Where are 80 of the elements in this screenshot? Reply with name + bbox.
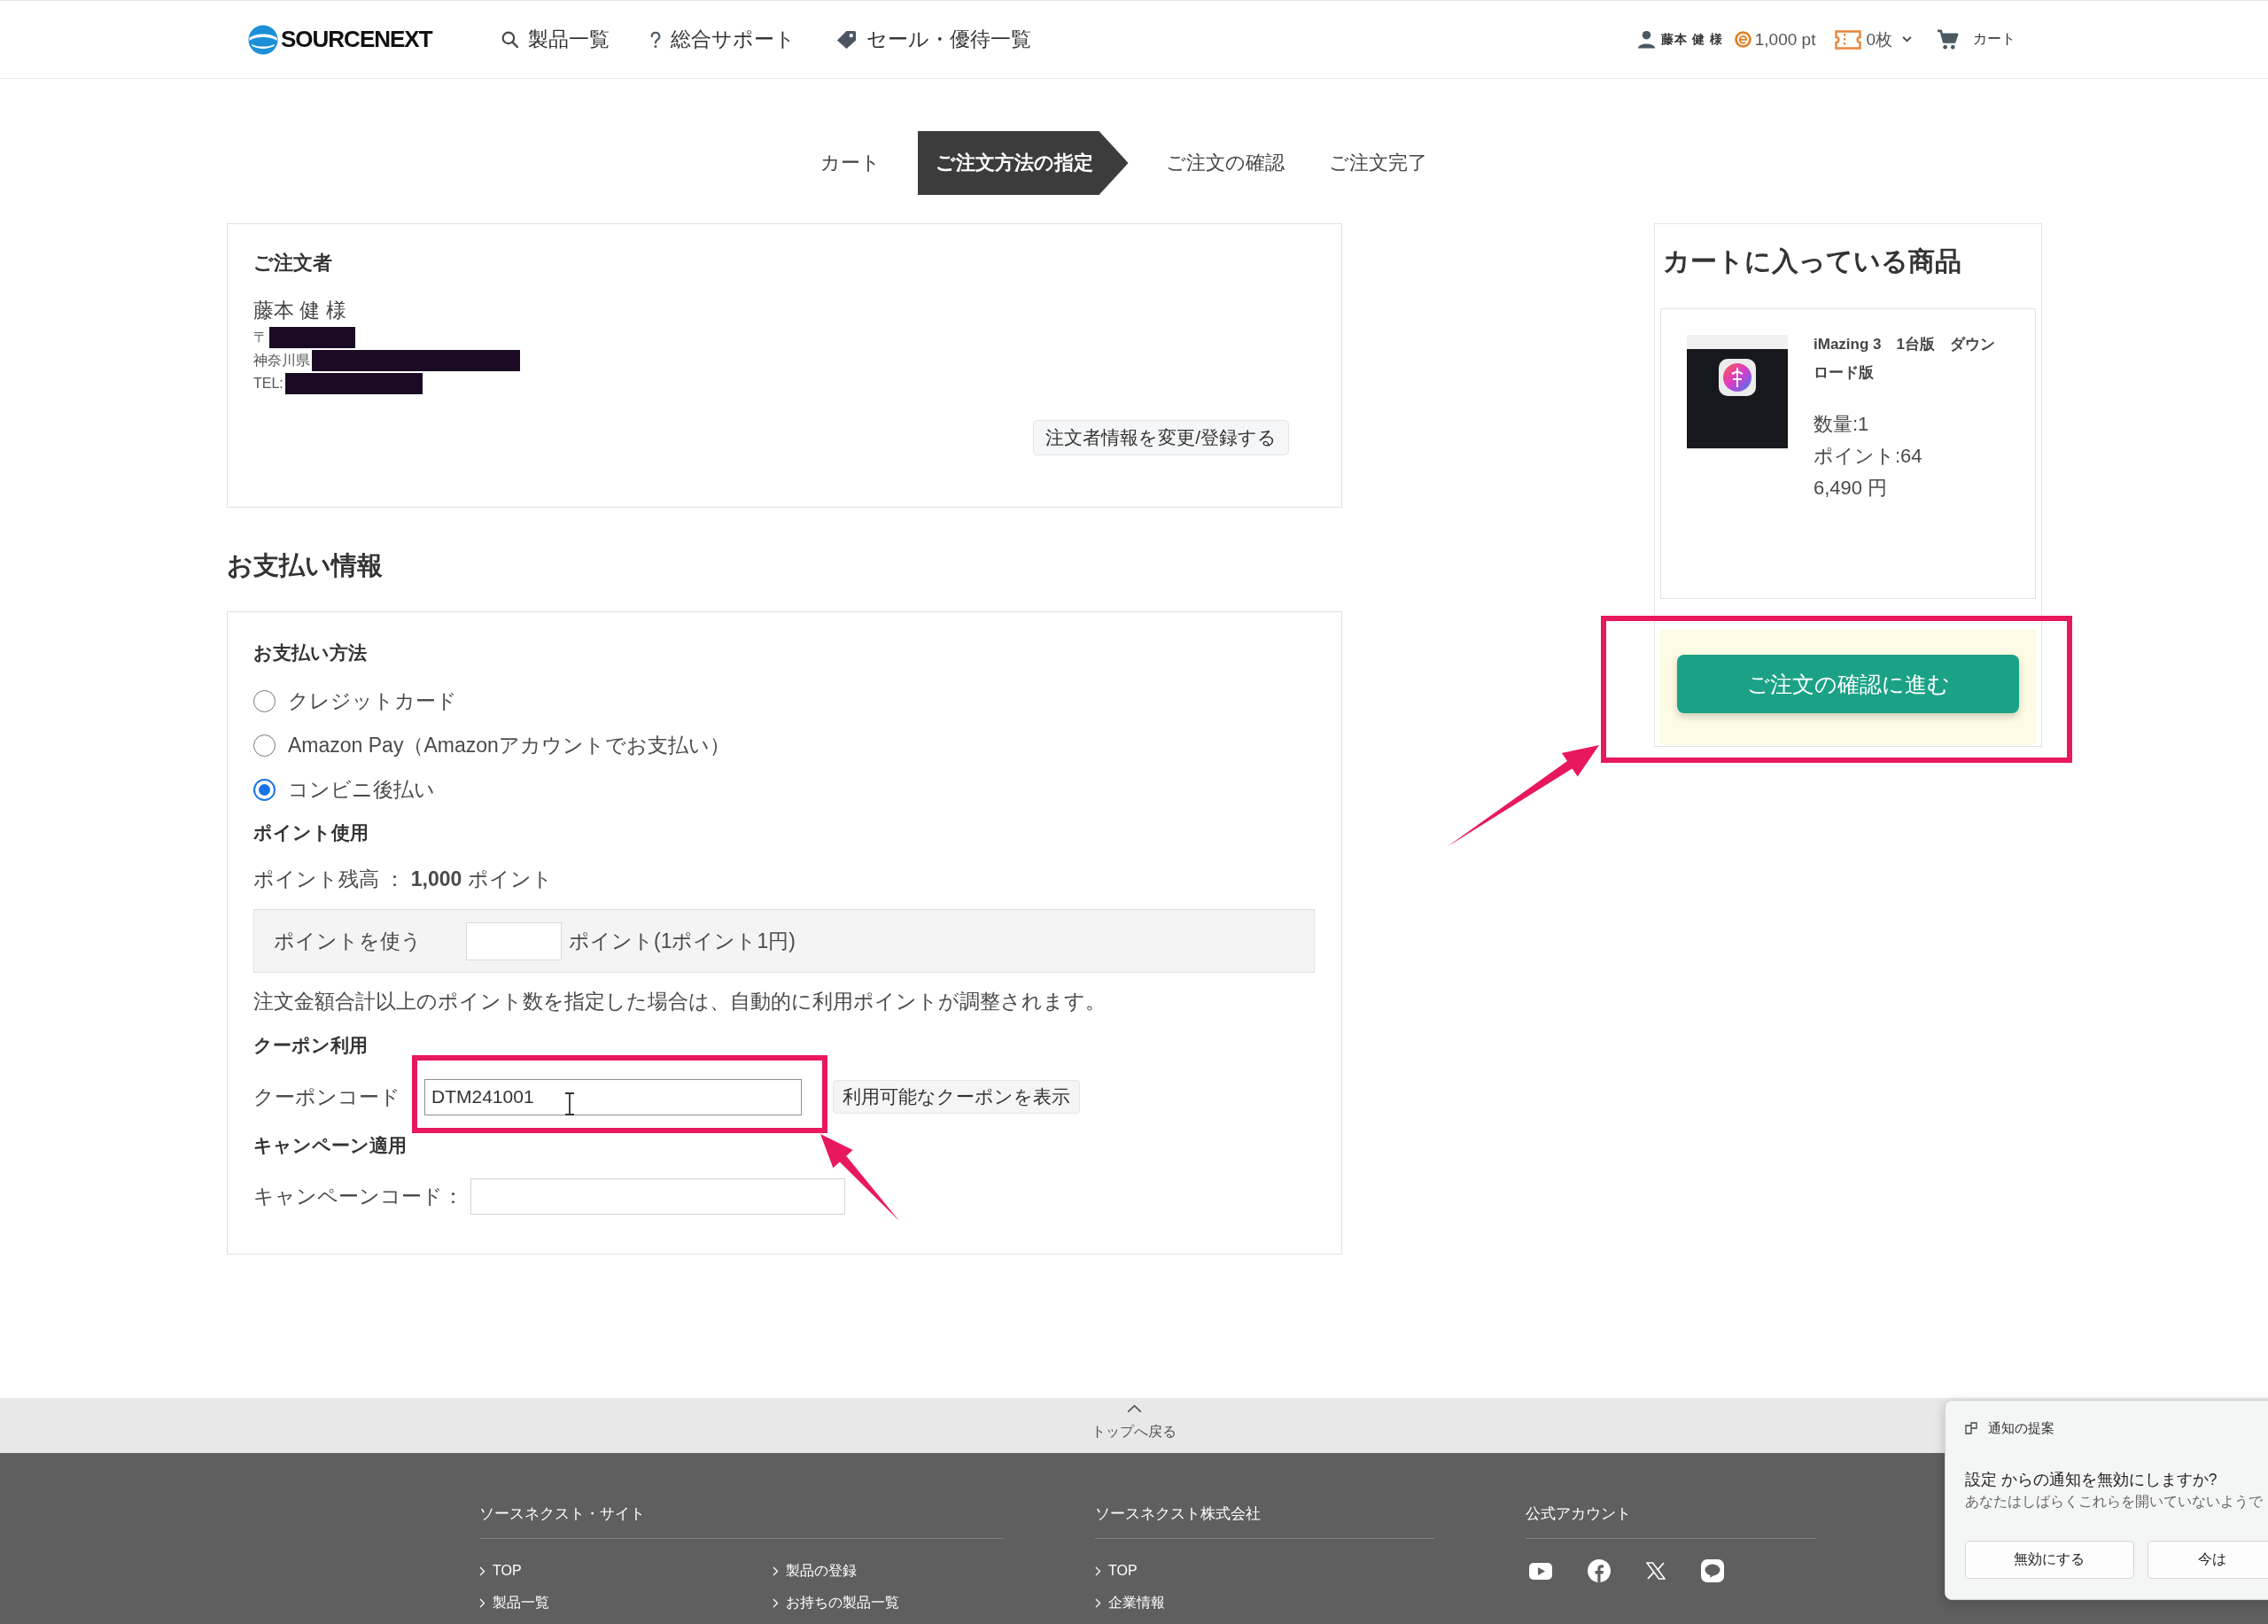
use-points-label: ポイントを使う xyxy=(274,928,423,954)
radio-button[interactable] xyxy=(253,778,276,801)
campaign-code-label: キャンペーンコード： xyxy=(253,1183,463,1209)
progress-step: ご注文方法の指定 xyxy=(917,131,1129,195)
footer-column-title: 公式アカウント xyxy=(1526,1504,1631,1524)
footer-link[interactable]: 製品の登録 xyxy=(773,1555,857,1587)
chevron-down-icon xyxy=(1902,36,1912,43)
address-line-label: TEL: xyxy=(253,376,284,392)
chevron-right-icon xyxy=(773,1566,779,1576)
x-logo-icon[interactable] xyxy=(1646,1562,1666,1580)
search-icon xyxy=(501,31,518,48)
point-balance-text: ポイント残高 ： 1,000 ポイント xyxy=(253,866,553,892)
customer-name: 藤本 健 様 xyxy=(253,298,347,323)
notification-body: あなたはしばらくこれらを開いていないようで xyxy=(1965,1493,2264,1511)
chevron-right-icon xyxy=(1095,1597,1101,1608)
section-title: クーポン利用 xyxy=(253,1034,368,1057)
notification-button[interactable]: 今は xyxy=(2147,1541,2268,1579)
logo-link[interactable]: SOURCENEXT xyxy=(248,24,432,55)
nav-link[interactable]: 製品一覧 xyxy=(501,26,610,53)
cart-title: カートに入っている商品 xyxy=(1662,245,1962,277)
product-quantity: 数量:1 xyxy=(1814,412,1870,437)
edit-orderer-button[interactable]: 注文者情報を変更/登録する xyxy=(1033,420,1289,455)
coupon-dropdown[interactable]: 0枚 xyxy=(1835,27,1912,51)
section-title: ポイント使用 xyxy=(253,821,369,844)
help-icon xyxy=(649,30,661,49)
progress-step: ご注文の確認 xyxy=(1158,131,1292,195)
tag-icon xyxy=(835,29,857,50)
chevron-right-icon xyxy=(479,1597,485,1608)
footer-link[interactable]: 企業情報 xyxy=(1095,1587,1165,1619)
notification-header: 通知の提案 xyxy=(1988,1419,2054,1437)
chevron-right-icon xyxy=(479,1566,485,1576)
coupon-code-label: クーポンコード xyxy=(253,1084,400,1110)
radio-button[interactable] xyxy=(253,734,276,757)
nav-link[interactable]: セール・優待一覧 xyxy=(835,26,1031,53)
section-title: お支払い方法 xyxy=(253,641,367,664)
account-link[interactable]: 藤本 健 様 xyxy=(1637,30,1723,49)
text-cursor-icon xyxy=(564,1092,575,1115)
footer-column-title: ソースネクスト・サイト xyxy=(479,1504,645,1524)
points-input[interactable] xyxy=(466,921,562,960)
payment-option-label: Amazon Pay（Amazonアカウントでお支払い） xyxy=(288,732,730,758)
section-title: キャンペーン適用 xyxy=(253,1134,407,1157)
chevron-right-icon xyxy=(773,1597,779,1608)
user-icon xyxy=(1637,30,1657,49)
coin-icon xyxy=(1734,31,1751,48)
product-points: ポイント:64 xyxy=(1814,444,1923,469)
product-price: 6,490 円 xyxy=(1814,476,1889,501)
product-name: iMazing 3 1台版 ダウンロード版 xyxy=(1814,335,1996,383)
points-note-text: 注文金額合計以上のポイント数を指定した場合は、自動的に利用ポイントが調整されます。 xyxy=(253,988,1106,1014)
ticket-icon xyxy=(1835,29,1862,50)
points-link[interactable]: 1,000 pt xyxy=(1734,29,1816,50)
notification-title: 設定 からの通知を無効にしますか? xyxy=(1965,1470,2218,1490)
video-play-icon[interactable] xyxy=(1529,1562,1552,1580)
cart-link[interactable]: カート xyxy=(1937,28,2016,51)
address-line-label: 神奈川県 xyxy=(253,351,310,369)
progress-step: ご注文完了 xyxy=(1321,131,1434,195)
footer-link[interactable]: お持ちの製品一覧 xyxy=(773,1587,899,1619)
chevron-right-icon xyxy=(1095,1566,1101,1576)
points-unit-label: ポイント(1ポイント1円) xyxy=(569,928,796,954)
footer-column-title: ソースネクスト株式会社 xyxy=(1095,1504,1261,1524)
footer-link[interactable]: TOP xyxy=(479,1555,522,1587)
back-to-top-link[interactable]: トップへ戻る xyxy=(1091,1398,1177,1441)
nav-link[interactable]: 総合サポート xyxy=(649,26,796,53)
notification-button[interactable]: 無効にする xyxy=(1965,1541,2134,1579)
address-line-label: 〒 xyxy=(253,328,268,346)
section-heading: お支払い情報 xyxy=(227,550,384,581)
coupon-code-input[interactable]: DTM241001 xyxy=(424,1078,802,1115)
payment-option-label: クレジットカード xyxy=(288,688,457,714)
footer-link[interactable]: TOP xyxy=(1095,1555,1138,1587)
show-coupons-button[interactable]: 利用可能なクーポンを表示 xyxy=(833,1080,1080,1114)
progress-step: カート xyxy=(812,131,888,195)
section-title: ご注文者 xyxy=(253,251,333,276)
radio-button[interactable] xyxy=(253,689,276,712)
facebook-icon[interactable] xyxy=(1588,1559,1611,1582)
notification-icon xyxy=(1965,1422,1977,1434)
chat-bubble-icon[interactable] xyxy=(1701,1559,1724,1582)
footer-link[interactable]: 製品一覧 xyxy=(479,1587,549,1619)
payment-option-label: コンビニ後払い xyxy=(288,776,435,803)
campaign-code-input[interactable] xyxy=(470,1177,845,1215)
cart-icon xyxy=(1937,28,1959,51)
logo-icon xyxy=(248,24,278,55)
